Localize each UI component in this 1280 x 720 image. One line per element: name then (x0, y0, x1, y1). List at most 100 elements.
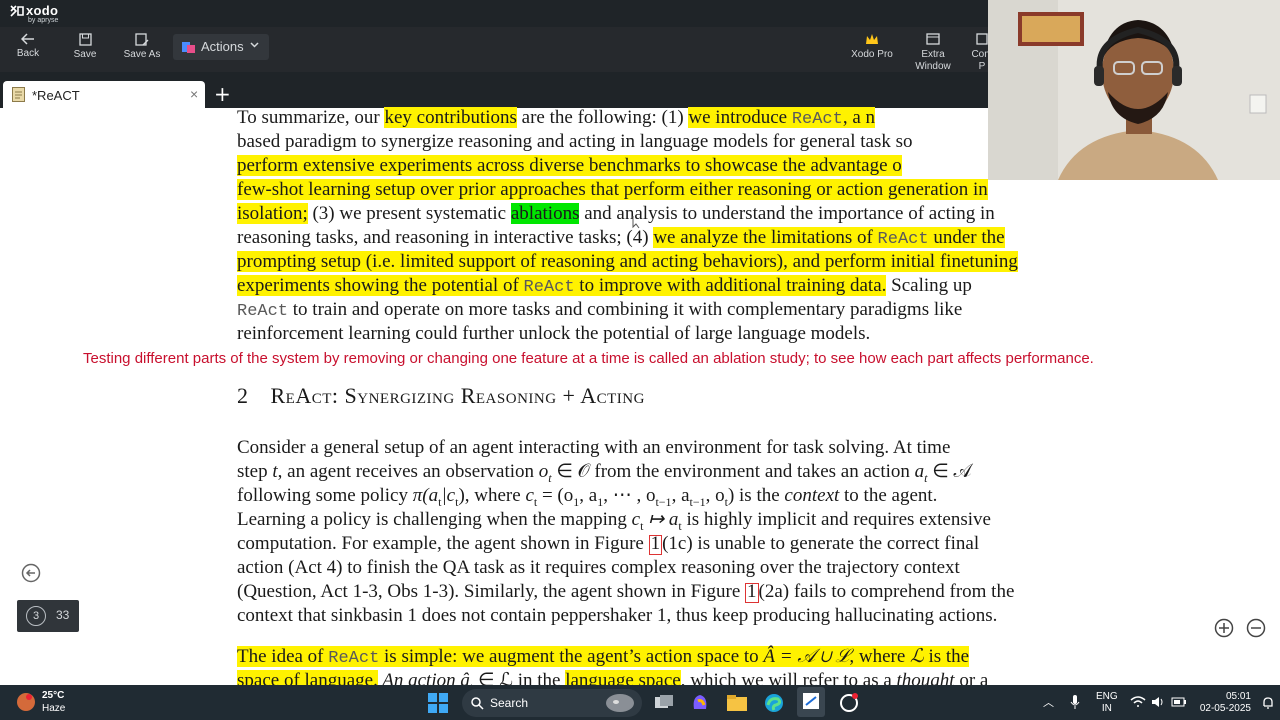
battery-icon[interactable] (1171, 695, 1187, 709)
para-line-9: The idea of ReAct is simple: we augment … (237, 645, 970, 669)
clock-date: 02-05-2025 (1199, 703, 1251, 714)
extra-window-label-1: Extra (921, 49, 945, 60)
weather-condition: Haze (42, 703, 66, 714)
search-icon (471, 697, 484, 710)
zoom-out-icon[interactable] (1246, 618, 1266, 638)
search-label: Search (490, 696, 529, 710)
webcam-overlay (988, 0, 1280, 180)
back-button[interactable]: Back (2, 33, 54, 59)
text-line-6: reasoning tasks, and reasoning in intera… (237, 227, 1005, 249)
total-pages: 33 (56, 608, 70, 622)
highlight: perform extensive experiments across div… (237, 155, 902, 176)
save-label: Save (73, 49, 97, 60)
xodo-pro-label: Xodo Pro (851, 49, 893, 60)
actions-dropdown[interactable]: Actions (173, 34, 269, 60)
xodo-app-icon (803, 693, 819, 709)
highlight: key contributions (384, 107, 517, 128)
compact-label-2: P (978, 61, 986, 72)
xodo-pro-button[interactable]: Xodo Pro (846, 33, 898, 60)
highlight: we introduce ReAct, a n (688, 107, 876, 129)
xodo-taskbar-app[interactable] (797, 687, 825, 717)
clock-time: 05:01 (1225, 691, 1251, 702)
text-line-9: ReAct to train and operate on more tasks… (237, 299, 963, 321)
microphone-icon[interactable] (1070, 694, 1080, 710)
section-heading: 2 ReAct: Synergizing Reasoning + Acting (237, 383, 645, 409)
app-name: xodo (26, 3, 59, 18)
para-line-5: computation. For example, the agent show… (237, 533, 980, 555)
language-indicator[interactable]: ENG IN (1096, 691, 1118, 715)
text-line-5: isolation; (3) we present systematic abl… (237, 203, 995, 224)
text-line-8: experiments showing the potential of ReA… (237, 275, 972, 297)
temperature: 25°C (42, 690, 65, 701)
text-line-7: prompting setup (i.e. limited support of… (237, 250, 1018, 274)
para-line-4: Learning a policy is challenging when th… (237, 509, 991, 533)
wifi-icon[interactable] (1130, 696, 1146, 708)
compact-icon (976, 33, 988, 45)
highlight: few-shot learning setup over prior appro… (237, 179, 988, 200)
volume-icon[interactable] (1151, 695, 1165, 709)
tab-react[interactable]: *ReACT × (3, 81, 205, 108)
extra-window-button[interactable]: Extra Window (907, 33, 959, 73)
windows-start-icon[interactable] (428, 693, 448, 713)
task-view-icon[interactable] (654, 694, 674, 712)
edge-browser-icon[interactable] (764, 693, 784, 713)
mouse-cursor-icon (632, 216, 640, 229)
app-by-label: by apryse (28, 17, 59, 24)
zoom-in-icon[interactable] (1214, 618, 1234, 638)
highlight: we analyze the limitations of ReAct unde… (653, 227, 1005, 249)
pdf-file-icon (12, 87, 25, 102)
figure-link[interactable]: 1 (648, 534, 663, 555)
copilot-icon[interactable] (690, 693, 710, 713)
figure-link[interactable]: 1 (745, 582, 759, 603)
close-tab-icon[interactable]: × (190, 86, 198, 102)
section-title: ReAct: Synergizing Reasoning + Acting (270, 383, 645, 408)
taskbar: 25°C Haze Search ︿ ENG IN 05:01 02-05-2025 (0, 685, 1280, 720)
para-line-6: action (Act 4) to finish the QA task as … (237, 557, 960, 578)
para-line-7: (Question, Act 1-3, Obs 1-3). Similarly,… (237, 581, 1015, 603)
text-line-2: based paradigm to synergize reasoning an… (237, 131, 913, 152)
actions-icon (182, 42, 195, 53)
para-line-2: step t, an agent receives an observation… (237, 461, 972, 485)
para-line-3: following some policy π(at|ct), where ct… (237, 485, 938, 509)
save-as-button[interactable]: Save As (116, 33, 168, 60)
para-line-1: Consider a general setup of an agent int… (237, 437, 951, 458)
language-code: ENG (1096, 691, 1118, 702)
extra-window-label-2: Window (915, 61, 951, 72)
crown-icon (866, 34, 878, 44)
weather-widget[interactable]: 25°C Haze (42, 689, 65, 715)
highlight: isolation; (237, 203, 308, 224)
text-line-1: To summarize, our key contributions are … (237, 107, 876, 129)
new-tab-button[interactable]: + (214, 82, 231, 106)
section-number: 2 (237, 383, 249, 408)
save-as-icon (135, 33, 149, 46)
page-indicator[interactable]: 3 33 (17, 600, 79, 632)
xodo-logo-icon (10, 5, 24, 17)
highlight: experiments showing the potential of ReA… (237, 275, 887, 297)
annotation-text: Testing different parts of the system by… (83, 350, 1094, 367)
save-button[interactable]: Save (59, 33, 111, 60)
chatgpt-icon[interactable] (839, 693, 859, 713)
file-explorer-icon[interactable] (727, 694, 747, 711)
highlight: prompting setup (i.e. limited support of… (237, 251, 1018, 272)
text-line-10: reinforcement learning could further unl… (237, 323, 871, 344)
chevron-up-icon[interactable]: ︿ (1043, 694, 1054, 710)
current-page: 3 (26, 606, 46, 626)
taskbar-search[interactable]: Search (462, 689, 642, 717)
system-clock[interactable]: 05:01 02-05-2025 (1196, 691, 1251, 715)
weather-icon[interactable] (14, 690, 38, 714)
xodo-logo: xodo by apryse (10, 2, 59, 24)
save-as-label: Save As (123, 49, 161, 60)
notification-bell-icon[interactable] (1262, 696, 1274, 710)
selected-word-ablations: ablations (510, 203, 580, 224)
webcam-person-image (988, 0, 1280, 180)
back-circle-icon[interactable] (21, 563, 41, 583)
text-line-3: perform extensive experiments across div… (237, 154, 902, 178)
search-highlight-icon (606, 694, 634, 712)
chevron-down-icon (250, 42, 259, 48)
window-icon (926, 33, 940, 45)
arrow-left-icon (21, 33, 34, 45)
actions-label: Actions (201, 39, 244, 54)
save-icon (78, 33, 92, 46)
region-code: IN (1101, 703, 1112, 714)
highlight: The idea of ReAct is simple: we augment … (237, 646, 970, 668)
